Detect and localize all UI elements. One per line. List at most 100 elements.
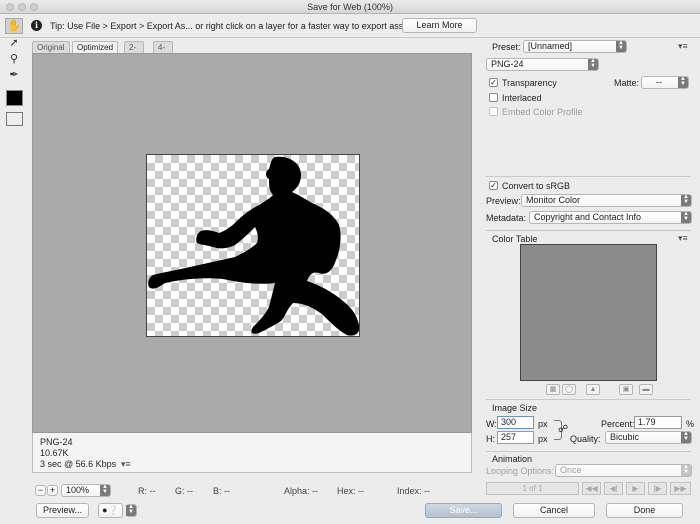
window-title: Save for Web (100%) — [307, 2, 393, 12]
close-window-button[interactable] — [6, 3, 14, 11]
tab-original[interactable]: Original — [32, 41, 70, 53]
interlaced-checkbox[interactable] — [489, 93, 498, 102]
preset-select[interactable]: [Unnamed] ▲ ▼ — [523, 40, 627, 53]
chevron-updown-icon: ▲ ▼ — [678, 76, 688, 88]
preview-image — [146, 154, 360, 337]
preview-mode-select[interactable]: Monitor Color ▲ ▼ — [521, 194, 692, 207]
chevron-updown-icon: ▲ ▼ — [616, 40, 626, 52]
play-icon[interactable]: ▶ — [626, 482, 645, 495]
looping-options-select[interactable]: Once ▲ ▼ — [555, 464, 692, 477]
previous-frame-icon[interactable]: ◀| — [604, 482, 623, 495]
map-color-icon[interactable]: ▦ — [546, 384, 560, 395]
zoom-in-button[interactable]: + — [47, 485, 58, 496]
blue-readout: B: -- — [213, 486, 230, 496]
slice-select-tool-icon[interactable]: ➚ — [5, 35, 23, 51]
eyedropper-tool-icon[interactable]: ✒ — [5, 67, 23, 83]
green-readout: G: -- — [175, 486, 193, 496]
transparency-checkbox[interactable]: ✓ — [489, 78, 498, 87]
metadata-value: Copyright and Contact Info — [534, 212, 642, 222]
preset-label: Preset: — [492, 42, 521, 52]
cancel-button[interactable]: Cancel — [513, 503, 595, 518]
web-shift-icon[interactable]: ◯ — [562, 384, 576, 395]
chevron-updown-icon: ▲ ▼ — [681, 194, 691, 206]
percent-label: Percent: — [601, 419, 635, 429]
embed-color-profile-label: Embed Color Profile — [502, 107, 583, 117]
interlaced-label: Interlaced — [502, 93, 542, 103]
percent-input[interactable]: 1.79 — [634, 416, 682, 429]
format-value: PNG-24 — [491, 59, 524, 69]
done-button[interactable]: Done — [606, 503, 683, 518]
download-speed-menu-icon[interactable]: ▾≡ — [121, 459, 131, 470]
quality-value: Bicubic — [610, 432, 640, 442]
browser-preview-icon[interactable]: ●❔ — [98, 503, 123, 518]
preview-mode-value: Monitor Color — [526, 195, 581, 205]
image-info-panel: PNG-24 10.67K 3 sec @ 56.6 Kbps ▾≡ — [32, 433, 472, 473]
color-table-menu-icon[interactable]: ▾≡ — [678, 233, 688, 244]
color-table-title: Color Table — [492, 234, 538, 244]
divider — [486, 176, 691, 177]
height-label: H: — [486, 434, 495, 444]
frame-counter: 1 of 1 — [486, 482, 579, 495]
chevron-updown-icon: ▲ ▼ — [100, 484, 110, 496]
add-color-icon[interactable]: ▣ — [619, 384, 633, 395]
animation-title: Animation — [492, 454, 533, 464]
info-format: PNG-24 — [40, 437, 73, 447]
alpha-readout: Alpha: -- — [284, 486, 319, 496]
divider — [486, 399, 691, 400]
width-unit: px — [538, 419, 548, 429]
zoom-level-select[interactable]: 100% ▲ ▼ — [61, 484, 111, 497]
matte-value: -- — [656, 77, 662, 87]
chevron-updown-icon: ▲ ▼ — [126, 504, 136, 516]
chevron-updown-icon: ▲ ▼ — [681, 431, 691, 443]
link-chain-icon[interactable]: ☍ — [558, 424, 568, 435]
percent-unit: % — [686, 419, 695, 429]
matte-select[interactable]: -- ▲ ▼ — [641, 76, 689, 89]
settings-menu-icon[interactable]: ▾≡ — [678, 41, 688, 52]
tip-text: Tip: Use File > Export > Export As... or… — [50, 21, 416, 31]
format-select[interactable]: PNG-24 ▲ ▼ — [486, 58, 599, 71]
save-button[interactable]: Save... — [425, 503, 502, 518]
width-label: W: — [486, 419, 497, 429]
zoom-level-value: 100% — [66, 485, 90, 495]
zoom-tool-icon[interactable]: ⚲ — [5, 51, 23, 67]
title-bar: Save for Web (100%) — [0, 0, 700, 14]
browser-menu-select[interactable]: ▲ ▼ — [126, 504, 137, 517]
transparency-label: Transparency — [502, 78, 557, 88]
first-frame-icon[interactable]: ◀◀ — [582, 482, 601, 495]
tab-4up[interactable]: 4-Up — [153, 41, 174, 63]
info-size: 10.67K — [40, 448, 69, 458]
width-input[interactable]: 300 — [497, 416, 534, 429]
toggle-slices-icon[interactable] — [6, 112, 23, 126]
metadata-select[interactable]: Copyright and Contact Info ▲ ▼ — [529, 211, 692, 224]
color-table-swatch[interactable] — [520, 244, 657, 381]
tab-2up[interactable]: 2-Up — [124, 41, 145, 63]
minimize-window-button[interactable] — [18, 3, 26, 11]
height-input[interactable]: 257 — [497, 431, 534, 444]
looping-options-value: Once — [560, 465, 582, 475]
eyedropper-color-swatch[interactable] — [6, 90, 23, 106]
chevron-updown-icon: ▲ ▼ — [681, 464, 691, 476]
tab-optimized[interactable]: Optimized — [72, 41, 119, 53]
next-frame-icon[interactable]: |▶ — [648, 482, 667, 495]
divider — [486, 451, 691, 452]
preview-mode-label: Preview: — [486, 196, 521, 206]
chevron-updown-icon: ▲ ▼ — [681, 211, 691, 223]
embed-color-profile-checkbox[interactable] — [489, 107, 498, 116]
zoom-out-button[interactable]: − — [35, 485, 46, 496]
preview-button[interactable]: Preview... — [36, 503, 89, 518]
info-icon: i — [31, 20, 42, 31]
learn-more-button[interactable]: Learn More — [402, 18, 477, 33]
preset-value: [Unnamed] — [528, 41, 573, 51]
hex-readout: Hex: -- — [337, 486, 364, 496]
trash-icon[interactable]: ▬ — [639, 384, 653, 395]
lock-color-icon[interactable]: ▲ — [586, 384, 600, 395]
martial-artist-silhouette — [148, 156, 359, 336]
red-readout: R: -- — [138, 486, 156, 496]
quality-select[interactable]: Bicubic ▲ ▼ — [605, 431, 692, 444]
last-frame-icon[interactable]: ▶▶ — [670, 482, 691, 495]
hand-tool-icon[interactable]: ✋ — [5, 18, 23, 34]
quality-label: Quality: — [570, 434, 601, 444]
convert-srgb-label: Convert to sRGB — [502, 181, 571, 191]
zoom-window-button[interactable] — [30, 3, 38, 11]
convert-srgb-checkbox[interactable]: ✓ — [489, 181, 498, 190]
